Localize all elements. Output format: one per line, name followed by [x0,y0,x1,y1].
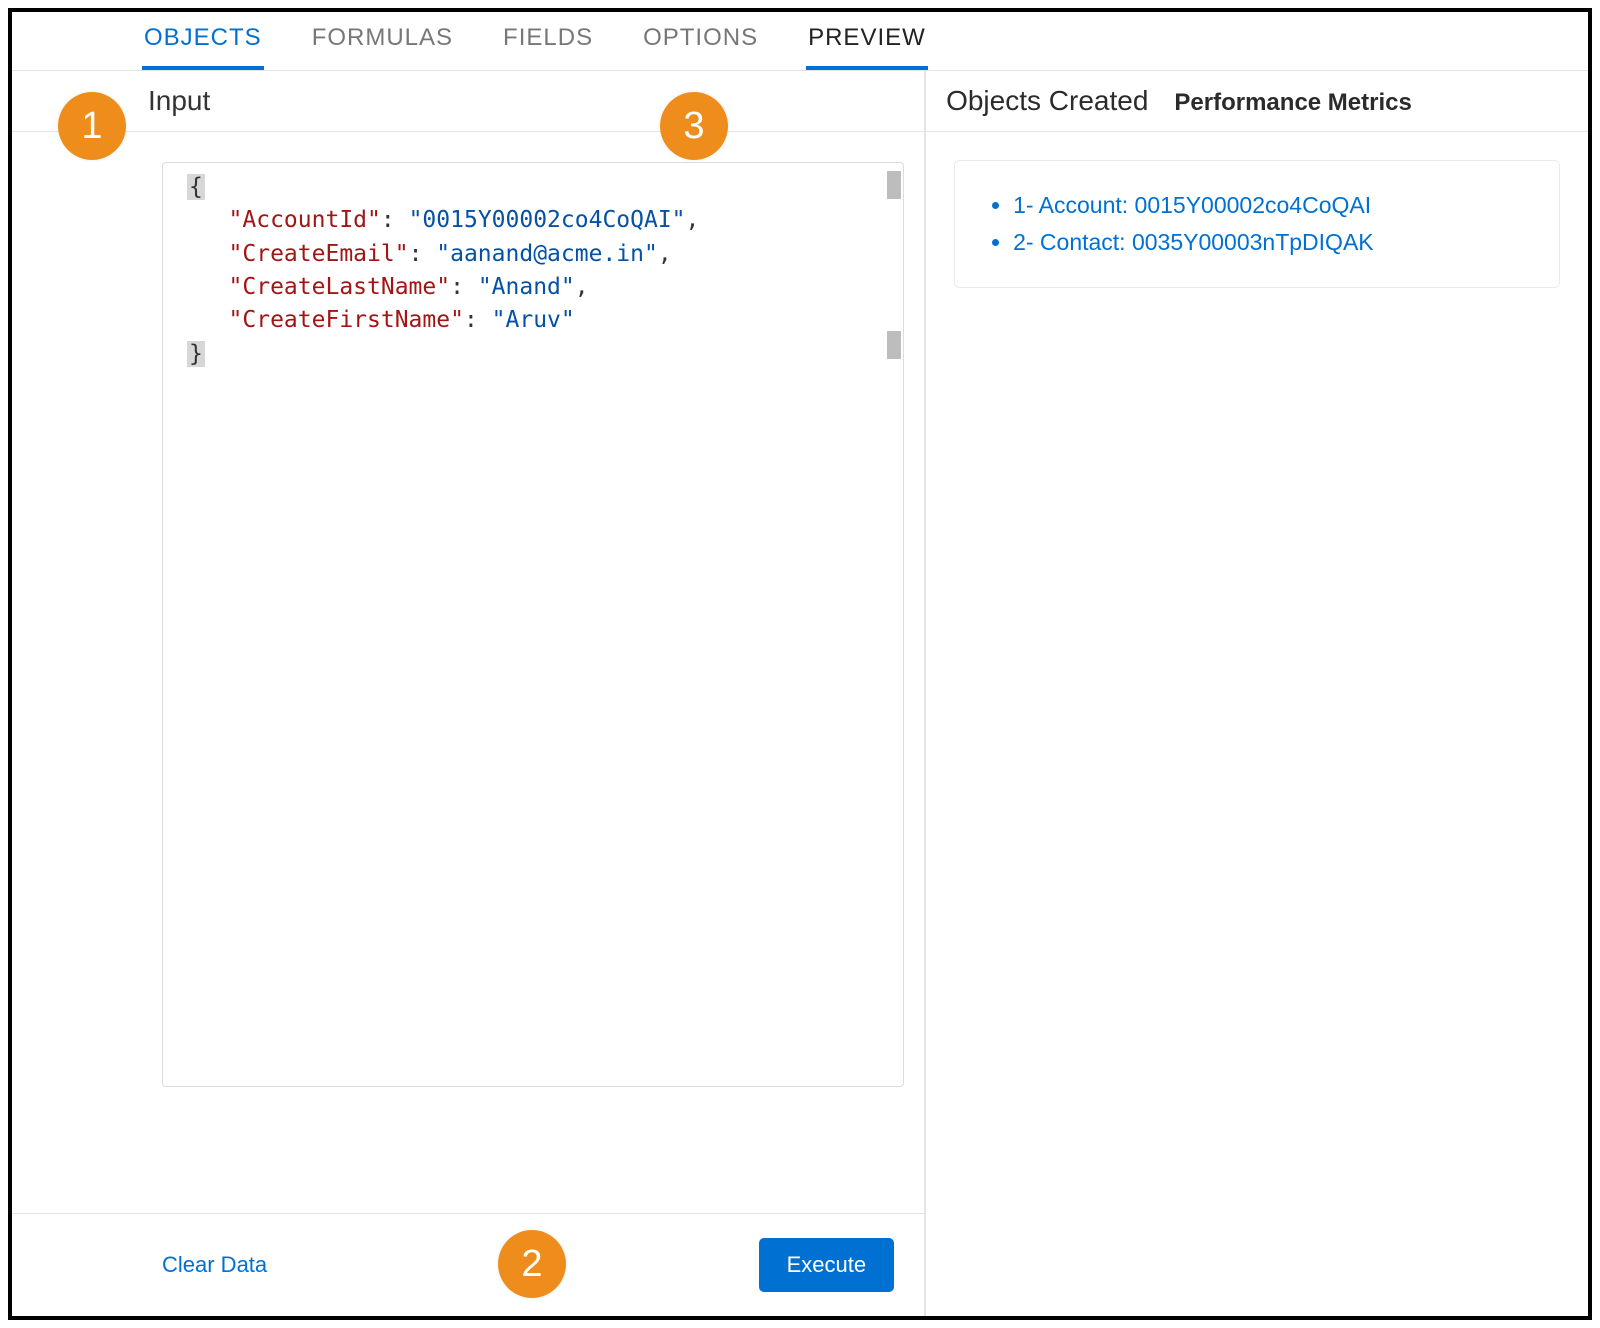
json-editor[interactable]: { "AccountId": "0015Y00002co4CoQAI", "Cr… [162,162,904,1087]
callout-3: 3 [660,92,728,160]
json-key: "AccountId" [229,207,381,233]
json-value: "Anand" [478,274,575,300]
content-split: Input { "AccountId": "0015Y00002co4CoQAI… [12,71,1588,1316]
result-item[interactable]: 2- Contact: 0035Y00003nTpDIQAK [1013,224,1529,261]
tab-formulas[interactable]: FORMULAS [310,20,455,70]
input-header: Input [12,71,924,132]
tab-preview[interactable]: PREVIEW [806,20,928,70]
results-tab-performance[interactable]: Performance Metrics [1174,89,1411,117]
input-pane: Input { "AccountId": "0015Y00002co4CoQAI… [12,71,926,1316]
input-footer: Clear Data Execute [12,1213,924,1316]
json-key: "CreateFirstName" [229,307,464,333]
results-box: 1- Account: 0015Y00002co4CoQAI 2- Contac… [954,160,1560,288]
callout-2: 2 [498,1230,566,1298]
app-frame: 1 2 3 OBJECTS FORMULAS FIELDS OPTIONS PR… [8,8,1592,1320]
json-key: "CreateEmail" [229,241,409,267]
tab-options[interactable]: OPTIONS [641,20,760,70]
input-title: Input [148,85,210,117]
json-value: "aanand@acme.in" [436,241,658,267]
json-value: "Aruv" [492,307,575,333]
tab-fields[interactable]: FIELDS [501,20,595,70]
results-body: 1- Account: 0015Y00002co4CoQAI 2- Contac… [926,132,1588,316]
execute-button[interactable]: Execute [759,1238,895,1292]
editor-wrap: { "AccountId": "0015Y00002co4CoQAI", "Cr… [12,132,924,1213]
results-tab-objects-created[interactable]: Objects Created [946,85,1148,117]
results-header: Objects Created Performance Metrics [926,71,1588,132]
tab-bar: OBJECTS FORMULAS FIELDS OPTIONS PREVIEW [12,12,1588,71]
callout-1: 1 [58,92,126,160]
json-key: "CreateLastName" [229,274,451,300]
result-item[interactable]: 1- Account: 0015Y00002co4CoQAI [1013,187,1529,224]
tab-objects[interactable]: OBJECTS [142,20,264,70]
json-value: "0015Y00002co4CoQAI" [409,207,686,233]
clear-data-link[interactable]: Clear Data [162,1252,267,1278]
results-pane: Objects Created Performance Metrics 1- A… [926,71,1588,1316]
